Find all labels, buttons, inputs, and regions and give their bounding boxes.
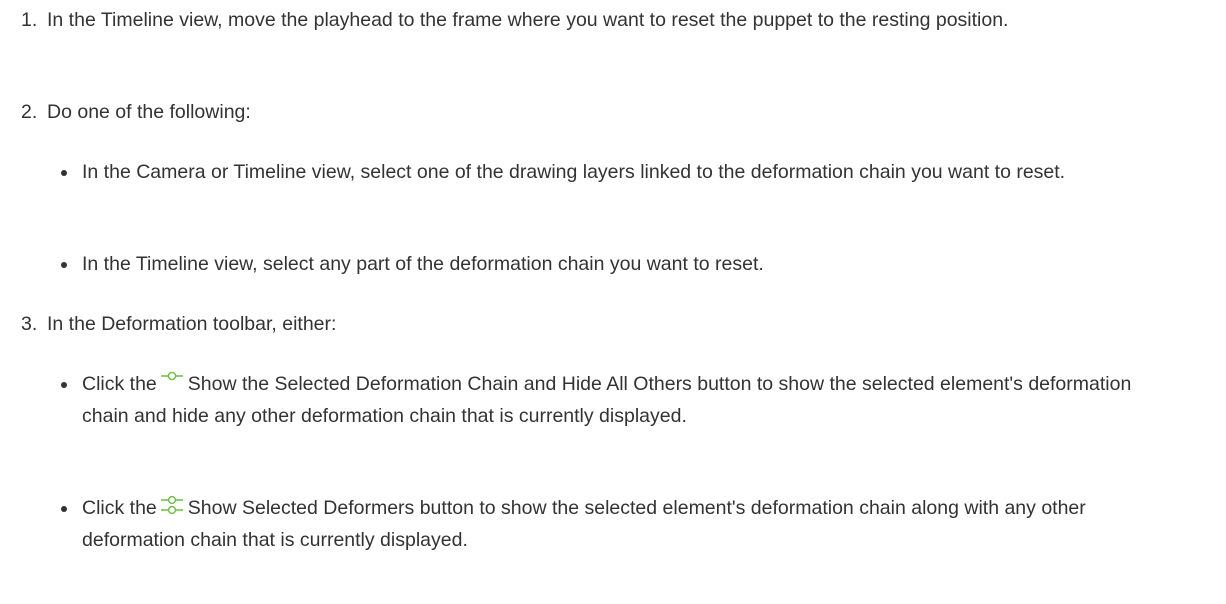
step-3-bullet-1: Click the Show the Selected Deformation … (0, 368, 1142, 432)
bullet-dot (61, 170, 67, 176)
step-2: 2. Do one of the following: (0, 96, 1207, 128)
step-text: In the Timeline view, move the playhead … (47, 9, 1009, 31)
step-2-bullet-1: In the Camera or Timeline view, select o… (0, 156, 1142, 188)
bullet-dot (61, 506, 67, 512)
bullet-text: In the Timeline view, select any part of… (82, 253, 764, 275)
step-1: 1. In the Timeline view, move the playhe… (0, 4, 1207, 36)
bullet-suffix: Show the Selected Deformation Chain and … (82, 373, 1132, 427)
show-selected-deformation-chain-hide-others-icon[interactable] (160, 368, 184, 388)
bullet-suffix: Show Selected Deformers button to show t… (82, 497, 1086, 551)
step-3-bullet-2: Click the Show Selected Deformers button… (0, 492, 1142, 556)
step-2-bullet-2: In the Timeline view, select any part of… (0, 248, 1142, 280)
step-3: 3. In the Deformation toolbar, either: (0, 308, 1207, 340)
bullet-dot (61, 262, 67, 268)
bullet-prefix: Click the (82, 373, 157, 395)
step-number: 3. (21, 313, 38, 335)
bullet-prefix: Click the (82, 497, 157, 519)
bullet-text: In the Camera or Timeline view, select o… (82, 161, 1066, 183)
bullet-dot (61, 382, 67, 388)
instructions-document: 1. In the Timeline view, move the playhe… (0, 0, 1226, 604)
step-number: 2. (21, 101, 38, 123)
step-text: In the Deformation toolbar, either: (47, 313, 337, 335)
step-text: Do one of the following: (47, 101, 251, 123)
show-selected-deformers-icon[interactable] (160, 492, 184, 518)
step-number: 1. (21, 9, 38, 31)
